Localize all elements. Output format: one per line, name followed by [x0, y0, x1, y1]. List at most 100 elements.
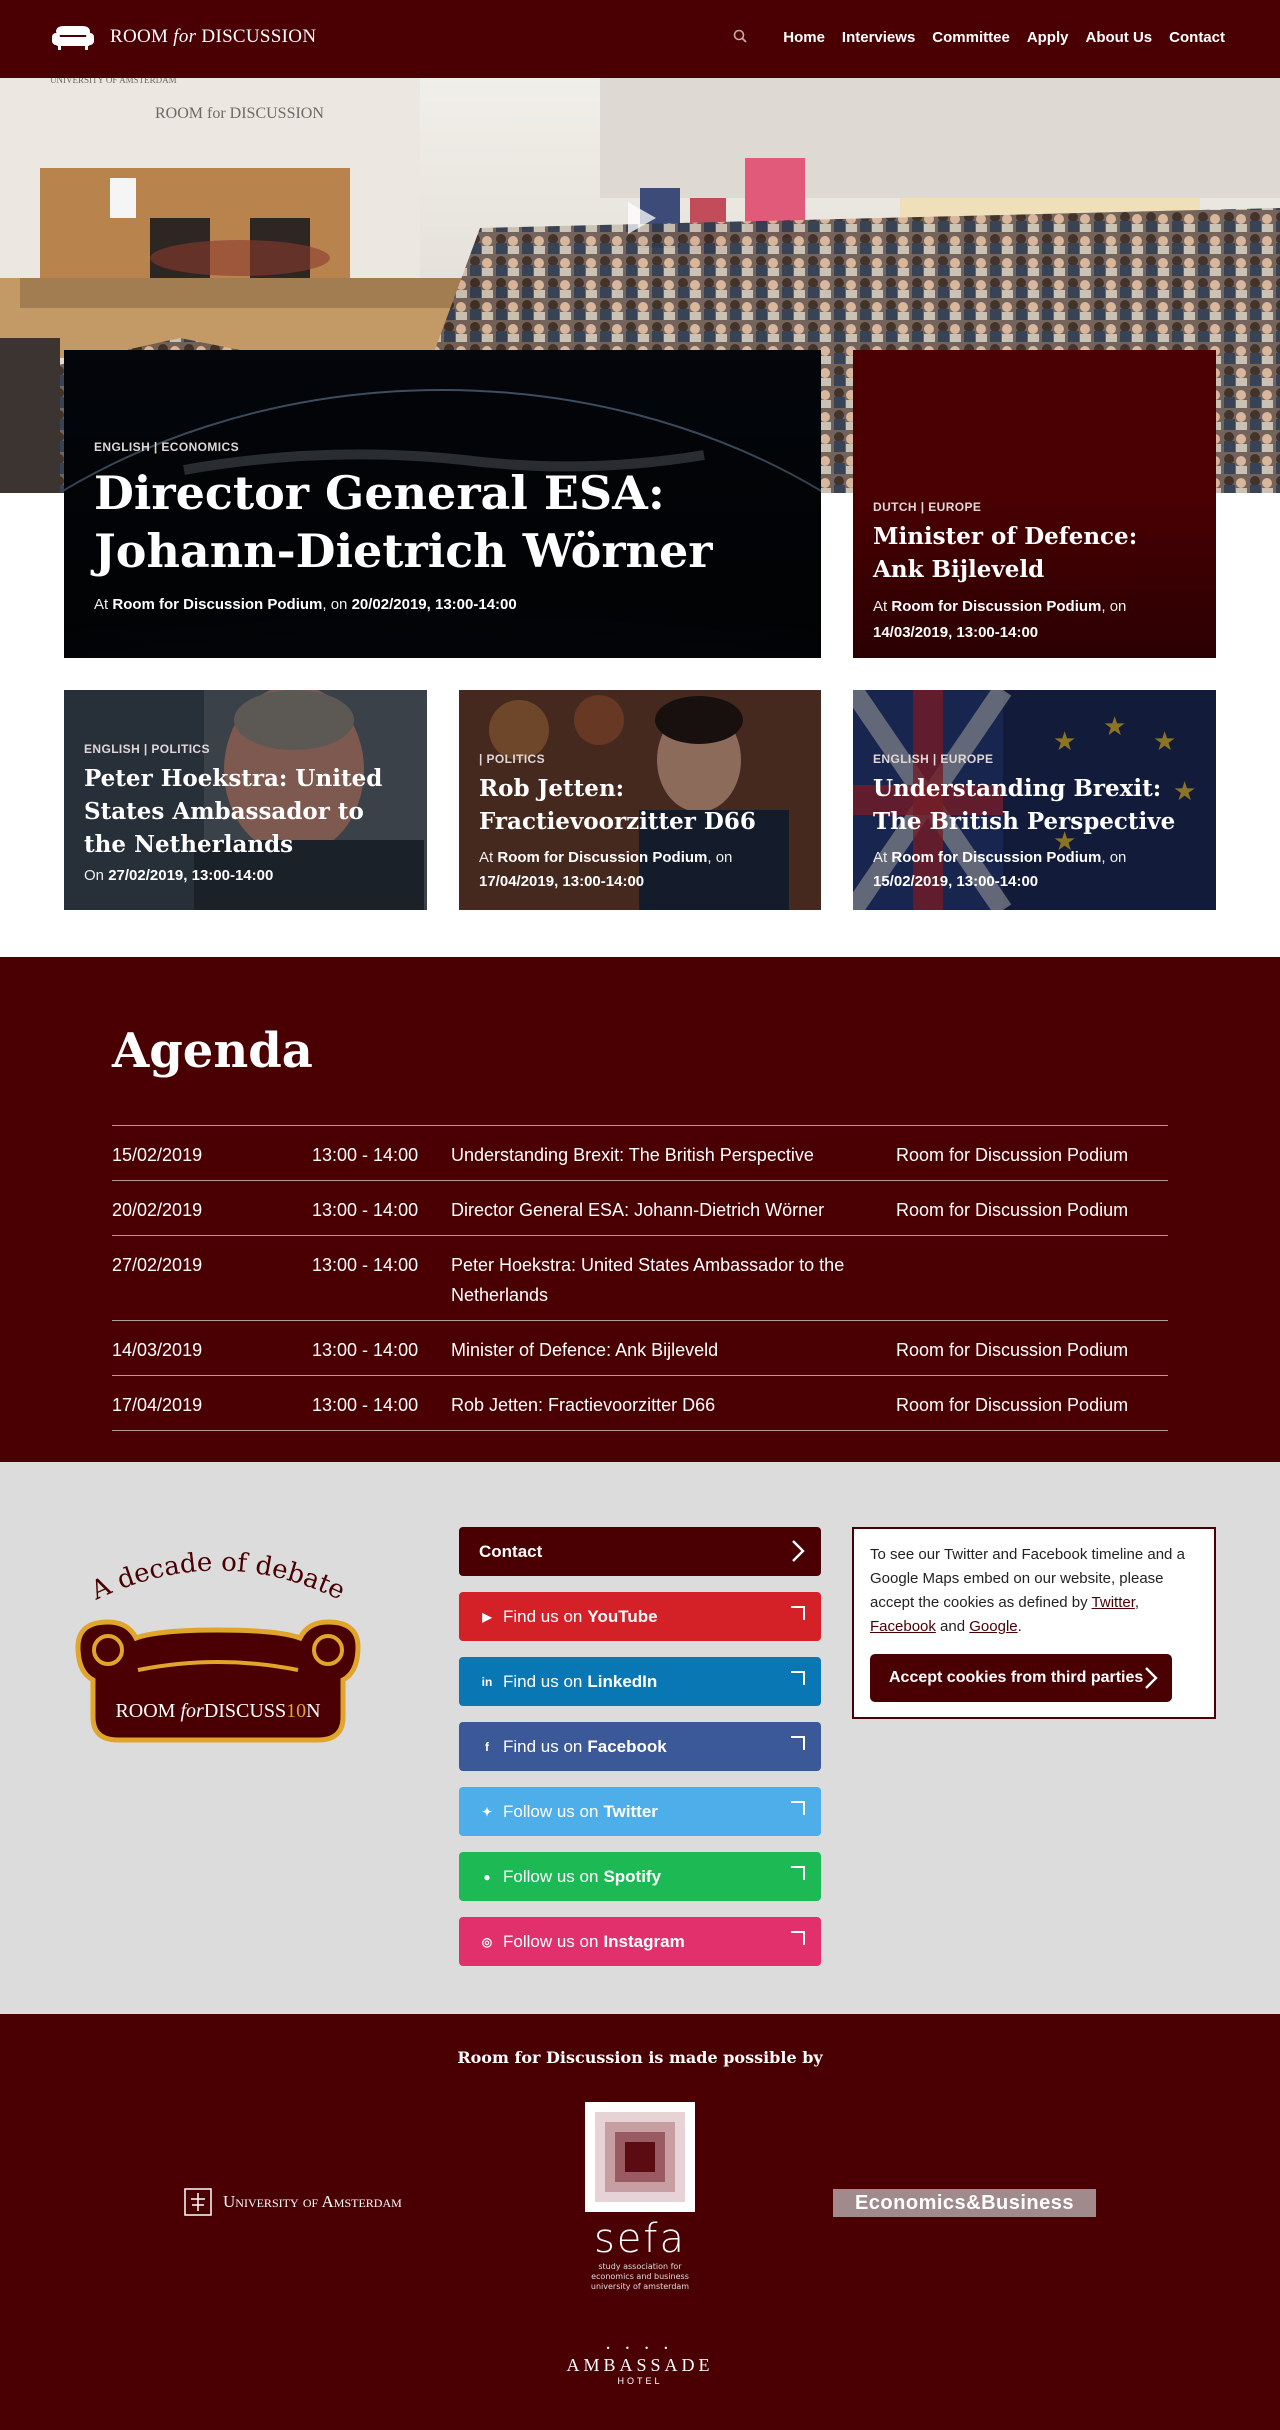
event-meta: On 27/02/2019, 13:00-14:00	[84, 867, 274, 884]
agenda-row[interactable]: 20/02/2019 13:00 - 14:00 Director Genera…	[112, 1180, 1168, 1235]
google-policy-link[interactable]: Google	[969, 1618, 1017, 1635]
event-card-brexit[interactable]: ★ ★ ★ ★ ★ ENGLISH | EUROPE Understanding…	[853, 690, 1216, 910]
agenda-event-name[interactable]: Understanding Brexit: The British Perspe…	[451, 1140, 896, 1170]
button-service: Twitter	[603, 1801, 658, 1821]
agenda-date: 20/02/2019	[112, 1200, 203, 1220]
facebook-icon: f	[485, 1739, 489, 1754]
main-nav: Home Interviews Committee Apply About Us…	[731, 27, 1225, 47]
agenda-event-name[interactable]: Minister of Defence: Ank Bijleveld	[451, 1335, 896, 1365]
agenda-time: 13:00 - 14:00	[312, 1395, 419, 1415]
sofa-icon	[52, 26, 94, 50]
nav-committee[interactable]: Committee	[932, 29, 1010, 46]
button-service: Facebook	[587, 1736, 667, 1756]
event-card-jetten[interactable]: | POLITICS Rob Jetten: Fractievoorzitter…	[459, 690, 821, 910]
nav-home[interactable]: Home	[783, 29, 825, 46]
external-link-icon	[791, 1671, 805, 1685]
external-link-icon	[791, 1606, 805, 1620]
linkedin-button[interactable]: in Find us on LinkedIn	[459, 1657, 821, 1706]
linkedin-icon: in	[481, 1674, 493, 1689]
ambassade-dots: • • • •	[605, 2344, 675, 2353]
sponsors-heading: Room for Discussion is made possible by	[457, 2048, 823, 2067]
sefa-logo[interactable]: sefa study association for economics and…	[585, 2102, 695, 2292]
agenda-row[interactable]: 15/02/2019 13:00 - 14:00 Understanding B…	[112, 1125, 1168, 1180]
svg-text:ROOM forDISCUSS10N: ROOM forDISCUSS10N	[115, 1700, 320, 1722]
sefa-squares-icon	[585, 2102, 695, 2212]
event-title[interactable]: Minister of Defence: Ank Bijleveld	[873, 520, 1188, 586]
nav-about-us[interactable]: About Us	[1085, 29, 1152, 46]
instagram-icon: ◎	[481, 1934, 493, 1949]
agenda-event-name[interactable]: Director General ESA: Johann-Dietrich Wö…	[451, 1195, 896, 1225]
play-icon[interactable]	[620, 198, 660, 238]
sponsors-section: Room for Discussion is made possible by …	[0, 2014, 1280, 2430]
event-category: ENGLISH | POLITICS	[84, 742, 210, 756]
social-section: A decade of debate ROOM forDISCUSS10N Co…	[0, 1462, 1280, 2014]
external-link-icon	[791, 1931, 805, 1945]
event-title[interactable]: Understanding Brexit: The British Perspe…	[873, 772, 1188, 838]
agenda-title: Agenda	[112, 1023, 313, 1079]
cookie-text: To see our Twitter and Facebook timeline…	[870, 1546, 1185, 1635]
agenda-time: 13:00 - 14:00	[312, 1340, 419, 1360]
event-category: ENGLISH | ECONOMICS	[94, 440, 239, 454]
agenda-row[interactable]: 14/03/2019 13:00 - 14:00 Minister of Def…	[112, 1320, 1168, 1375]
spotify-icon: ●	[483, 1869, 491, 1884]
agenda-time: 13:00 - 14:00	[312, 1145, 419, 1165]
event-category: | POLITICS	[479, 752, 546, 766]
event-meta: At Room for Discussion Podium, on 20/02/…	[94, 596, 517, 613]
event-card-hoekstra[interactable]: ENGLISH | POLITICS Peter Hoekstra: Unite…	[64, 690, 427, 910]
decade-of-debate-logo: A decade of debate ROOM forDISCUSS10N	[75, 1547, 361, 1743]
agenda-date: 15/02/2019	[112, 1145, 203, 1165]
chevron-right-icon	[792, 1540, 805, 1562]
button-prefix: Follow us on	[503, 1866, 599, 1886]
accept-cookies-button[interactable]: Accept cookies from third parties	[870, 1654, 1172, 1702]
agenda-location: Room for Discussion Podium	[896, 1200, 1129, 1220]
chevron-right-icon	[1145, 1667, 1158, 1689]
agenda-row[interactable]: 17/04/2019 13:00 - 14:00 Rob Jetten: Fra…	[112, 1375, 1168, 1431]
facebook-button[interactable]: f Find us on Facebook	[459, 1722, 821, 1771]
event-meta: At Room for Discussion Podium, on 17/04/2…	[479, 849, 733, 890]
button-service: Instagram	[603, 1931, 685, 1951]
nav-interviews[interactable]: Interviews	[842, 29, 915, 46]
contact-button[interactable]: Contact	[459, 1527, 821, 1576]
event-category: ENGLISH | EUROPE	[873, 752, 994, 766]
twitter-button[interactable]: ✦ Follow us on Twitter	[459, 1787, 821, 1836]
nav-contact[interactable]: Contact	[1169, 29, 1225, 46]
uva-logo[interactable]: University of Amsterdam	[183, 2187, 402, 2217]
instagram-button[interactable]: ◎ Follow us on Instagram	[459, 1917, 821, 1966]
event-title[interactable]: Rob Jetten: Fractievoorzitter D66	[479, 772, 793, 838]
youtube-button[interactable]: ▶ Find us on YouTube	[459, 1592, 821, 1641]
event-title[interactable]: Director General ESA: Johann-Dietrich Wö…	[94, 464, 734, 580]
ambassade-hotel-logo[interactable]: • • • • AMBASSADE HOTEL	[540, 2344, 740, 2386]
agenda-row[interactable]: 27/02/2019 13:00 - 14:00 Peter Hoekstra:…	[112, 1235, 1168, 1320]
button-service: YouTube	[587, 1606, 658, 1626]
event-category: DUTCH | EUROPE	[873, 500, 982, 514]
twitter-policy-link[interactable]: Twitter	[1092, 1594, 1135, 1611]
agenda-date: 17/04/2019	[112, 1395, 203, 1415]
event-meta: At Room for Discussion Podium, on 15/02/2…	[873, 849, 1127, 890]
agenda-time: 13:00 - 14:00	[312, 1255, 419, 1275]
event-meta: At Room for Discussion Podium, on 14/03/2…	[873, 598, 1127, 641]
button-prefix: Follow us on	[503, 1931, 599, 1951]
svg-text:A decade of debate: A decade of debate	[86, 1547, 350, 1606]
svg-text:ROOM for DISCUSSION: ROOM for DISCUSSION	[155, 105, 324, 122]
economics-business-logo[interactable]: Economics&Business	[833, 2189, 1096, 2217]
agenda-location: Room for Discussion Podium	[896, 1395, 1129, 1415]
search-icon[interactable]	[731, 27, 751, 47]
external-link-icon	[791, 1736, 805, 1750]
featured-event-main[interactable]: ENGLISH | ECONOMICS Director General ESA…	[64, 350, 821, 658]
brand-logo[interactable]: ROOM for DISCUSSION	[50, 22, 316, 52]
button-prefix: Follow us on	[503, 1801, 599, 1821]
button-service: Spotify	[603, 1866, 662, 1886]
cookie-consent-box: To see our Twitter and Facebook timeline…	[852, 1527, 1216, 1719]
event-title[interactable]: Peter Hoekstra: United States Ambassador…	[84, 762, 399, 861]
agenda-event-name[interactable]: Rob Jetten: Fractievoorzitter D66	[451, 1390, 896, 1420]
agenda-section: Agenda 15/02/2019 13:00 - 14:00 Understa…	[0, 957, 1280, 1462]
twitter-icon: ✦	[481, 1804, 493, 1819]
facebook-policy-link[interactable]: Facebook	[870, 1618, 936, 1635]
nav-apply[interactable]: Apply	[1027, 29, 1069, 46]
button-service: LinkedIn	[587, 1671, 658, 1691]
featured-event-side[interactable]: DUTCH | EUROPE Minister of Defence: Ank …	[853, 350, 1216, 658]
button-prefix: Find us on	[503, 1671, 583, 1691]
agenda-event-name[interactable]: Peter Hoekstra: United States Ambassador…	[451, 1250, 896, 1310]
spotify-button[interactable]: ● Follow us on Spotify	[459, 1852, 821, 1901]
agenda-location: Room for Discussion Podium	[896, 1145, 1129, 1165]
